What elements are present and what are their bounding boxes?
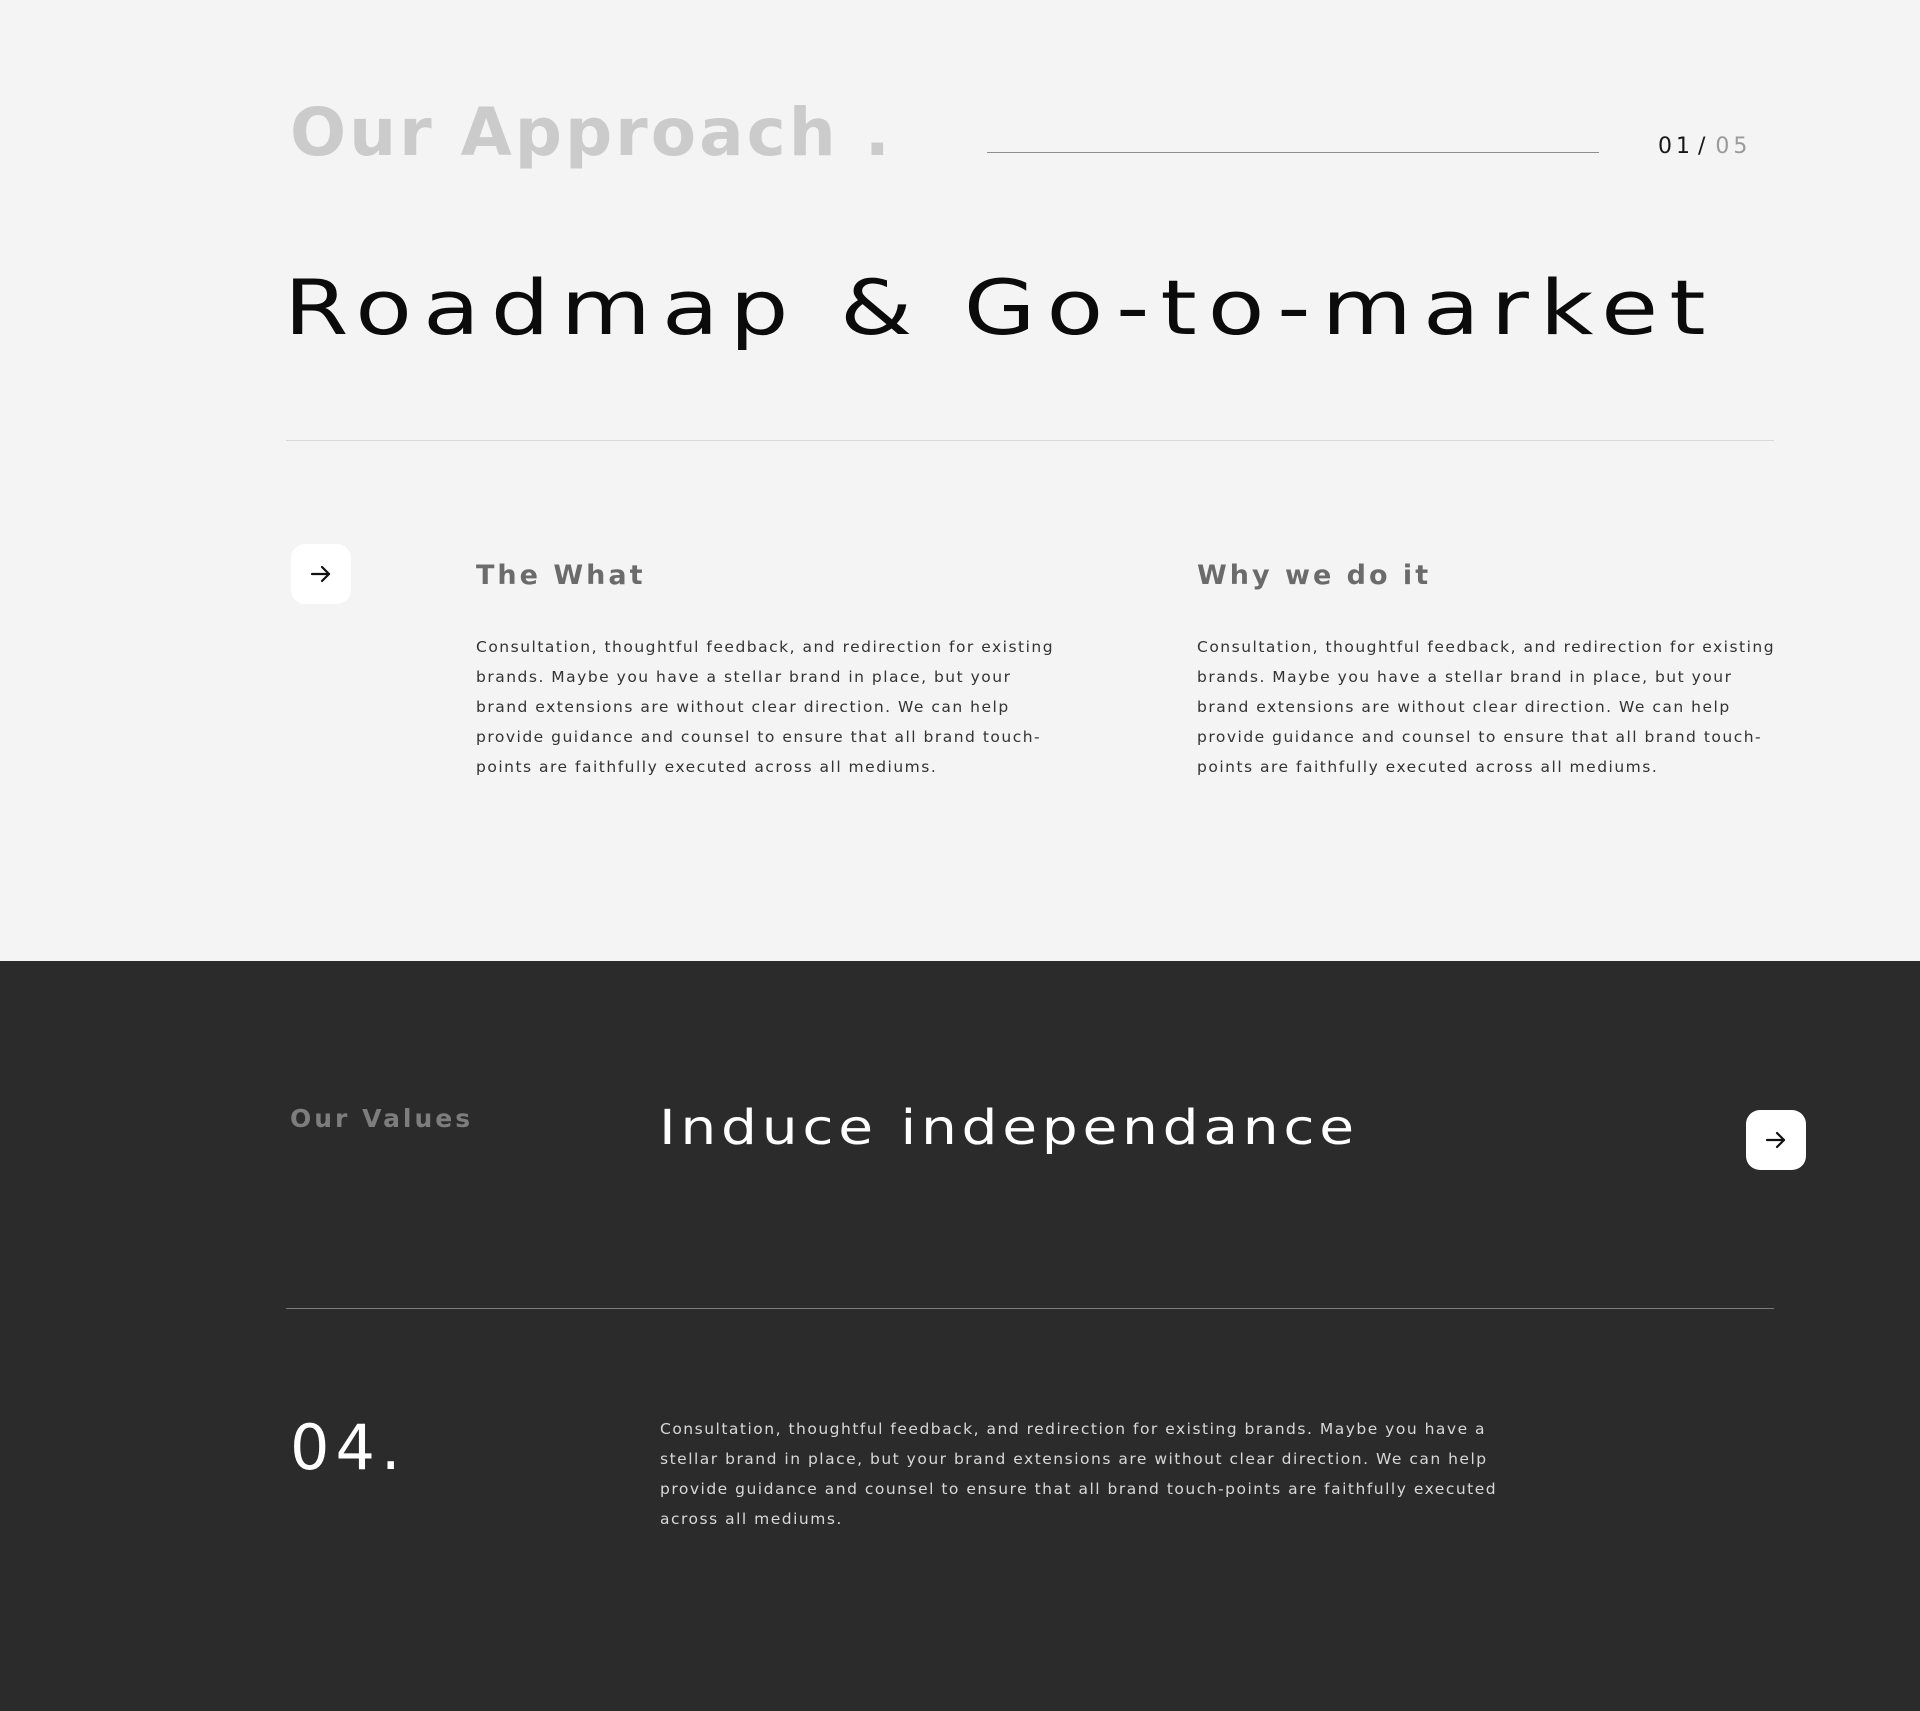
arrow-right-icon	[1765, 1131, 1786, 1149]
value-number: 04.	[290, 1411, 407, 1484]
section-label-dot: .	[864, 94, 893, 171]
slide-counter-total: 05	[1715, 134, 1752, 159]
header-rule	[987, 152, 1599, 153]
what-heading: The What	[476, 560, 646, 591]
section-divider	[286, 440, 1774, 441]
section-label: Our Approach.	[290, 93, 893, 173]
arrow-right-icon	[310, 565, 331, 583]
values-arrow-button[interactable]	[1746, 1110, 1806, 1170]
approach-arrow-button[interactable]	[291, 544, 351, 604]
values-title: Induce independance	[659, 1100, 1359, 1156]
slide-counter-current: 01	[1658, 134, 1694, 159]
values-divider	[286, 1308, 1774, 1309]
values-text: Consultation, thoughtful feedback, and r…	[660, 1420, 1498, 1528]
slide-counter-separator: /	[1698, 134, 1710, 159]
section-label-text: Our Approach	[290, 94, 839, 171]
approach-section: Our Approach. 01/05 Roadmap & Go-to-mark…	[0, 0, 1920, 961]
what-column: The What Consultation, thoughtful feedba…	[476, 558, 1056, 782]
page-title: Roadmap & Go-to-market	[284, 263, 1717, 352]
why-text: Consultation, thoughtful feedback, and r…	[1197, 638, 1776, 776]
what-text: Consultation, thoughtful feedback, and r…	[476, 638, 1055, 776]
values-label: Our Values	[290, 1104, 474, 1133]
slide-counter: 01/05	[1658, 132, 1751, 162]
why-heading: Why we do it	[1197, 560, 1432, 591]
why-column: Why we do it Consultation, thoughtful fe…	[1197, 558, 1777, 782]
values-section	[0, 961, 1920, 1711]
